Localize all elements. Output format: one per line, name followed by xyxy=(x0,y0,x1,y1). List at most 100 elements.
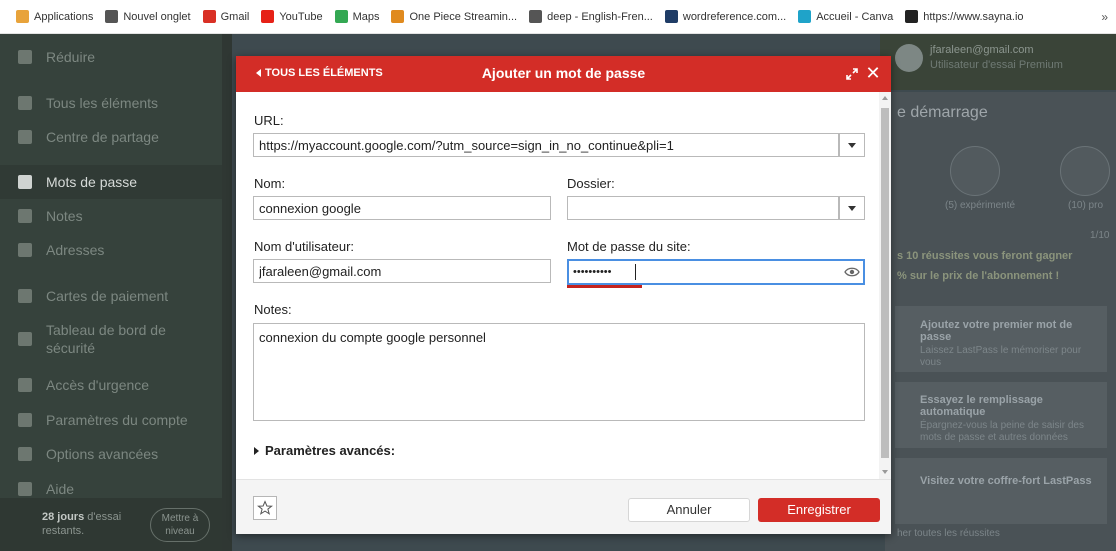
bookmark-item[interactable]: YouTube xyxy=(261,10,323,23)
bookmark-item[interactable]: wordreference.com... xyxy=(664,10,787,23)
globe-icon xyxy=(105,10,119,23)
apps-grid-icon xyxy=(16,10,29,23)
sidebar-item[interactable]: Mots de passe xyxy=(0,165,222,199)
medal-label: (10) pro xyxy=(1068,200,1104,211)
sidebar-item-label: Tous les éléments xyxy=(46,95,159,111)
gmail-icon xyxy=(202,10,216,23)
sidebar-item[interactable]: Tous les éléments xyxy=(0,86,222,120)
folder-input[interactable] xyxy=(567,196,839,220)
text-cursor xyxy=(635,264,636,280)
username-label: Nom d'utilisateur: xyxy=(254,239,355,254)
show-password-icon[interactable] xyxy=(844,265,860,279)
achievement-card[interactable] xyxy=(895,458,1107,524)
dialog-footer: Annuler Enregistrer xyxy=(236,479,891,534)
sidebar-item-label: Tableau de bord de sécurité xyxy=(46,322,166,356)
home-icon xyxy=(18,96,32,110)
bookmark-item[interactable]: deep - English-Fren... xyxy=(529,10,653,23)
folder-dropdown-button[interactable] xyxy=(839,196,865,220)
bookmark-item[interactable]: Accueil - Canva xyxy=(798,10,893,23)
bookmark-label: Accueil - Canva xyxy=(816,10,894,23)
chevron-down-icon xyxy=(848,142,856,148)
sidebar-item[interactable]: Réduire xyxy=(0,40,222,74)
shield-icon xyxy=(18,332,32,346)
bookmark-item[interactable]: https://www.sayna.io xyxy=(905,10,1024,23)
dialog-header: TOUS LES ÉLÉMENTS Ajouter un mot de pass… xyxy=(236,56,891,92)
card-icon xyxy=(18,289,32,303)
sidebar-item[interactable]: Tableau de bord de sécurité xyxy=(0,314,222,364)
site-password-input[interactable]: •••••••••• xyxy=(567,259,865,285)
password-strength-bar xyxy=(567,285,642,288)
cancel-button[interactable]: Annuler xyxy=(628,498,750,522)
bookmark-item[interactable]: Gmail xyxy=(202,10,249,23)
chevron-down-icon xyxy=(848,205,856,211)
sidebar-item[interactable]: Centre de partage xyxy=(0,120,222,154)
promo-subtext: % sur le prix de l'abonnement ! xyxy=(897,270,1060,282)
password-mask: •••••••••• xyxy=(573,266,612,278)
add-password-dialog: TOUS LES ÉLÉMENTS Ajouter un mot de pass… xyxy=(236,56,891,534)
scroll-up-icon[interactable] xyxy=(882,96,888,100)
sidebar-item[interactable]: Adresses xyxy=(0,233,222,267)
bookmark-item[interactable]: Maps xyxy=(334,10,379,23)
more-bookmarks-button[interactable]: » xyxy=(1101,10,1108,24)
sidebar-item-label: Réduire xyxy=(46,49,96,65)
achievement-title: Visitez votre coffre-fort LastPass xyxy=(920,475,1092,487)
username-input[interactable] xyxy=(253,259,551,283)
avatar[interactable] xyxy=(895,44,923,72)
url-input[interactable] xyxy=(253,133,839,157)
expand-arrow-icon xyxy=(254,446,259,455)
bookmark-label: Applications xyxy=(34,10,94,23)
user-subtitle: Utilisateur d'essai Premium xyxy=(930,59,1063,71)
notes-textarea[interactable]: connexion du compte google personnel xyxy=(253,323,865,421)
achievement-desc: Laissez LastPass le mémoriser pour vous xyxy=(920,345,1082,368)
bookmark-label: https://www.sayna.io xyxy=(923,10,1024,23)
progress-count: 1/10 xyxy=(1090,230,1110,241)
help-icon xyxy=(18,482,32,496)
sidebar-item-label: Adresses xyxy=(46,242,105,258)
favorite-button[interactable] xyxy=(253,496,277,520)
sidebar-item-label: Options avancées xyxy=(46,446,159,462)
achievement-desc: Épargnez-vous la peine de saisir des mot… xyxy=(920,420,1084,443)
sidebar-item-label: Mots de passe xyxy=(46,174,138,190)
scroll-thumb[interactable] xyxy=(881,108,889,458)
maps-icon xyxy=(334,10,348,23)
dialog-scrollbar[interactable] xyxy=(879,92,891,479)
scroll-down-icon[interactable] xyxy=(882,470,888,474)
name-input[interactable] xyxy=(253,196,551,220)
bookmarks-bar: Applications Nouvel onglet Gmail YouTube Map… xyxy=(0,0,1116,34)
sidebar-item-label: Aide xyxy=(46,481,75,497)
star-icon xyxy=(257,500,273,515)
bookmark-item[interactable]: Nouvel onglet xyxy=(105,10,191,23)
save-button[interactable]: Enregistrer xyxy=(758,498,880,522)
bookmark-item[interactable]: Applications xyxy=(16,10,93,23)
advanced-settings-label: Paramètres avancés: xyxy=(265,443,396,458)
advanced-settings-toggle[interactable]: Paramètres avancés: xyxy=(254,443,395,458)
medal-icon xyxy=(950,146,1000,196)
expand-icon[interactable] xyxy=(845,67,859,81)
sidebar: Réduire Tous les éléments Centre de partag… xyxy=(0,34,232,551)
url-dropdown-button[interactable] xyxy=(839,133,865,157)
sidebar-scrollbar[interactable] xyxy=(222,34,232,551)
lock-icon xyxy=(18,175,32,189)
lifebuoy-icon xyxy=(18,378,32,392)
address-icon xyxy=(18,243,32,257)
close-icon[interactable]: ✕ xyxy=(865,64,881,82)
sidebar-item-label: Accès d'urgence xyxy=(46,377,150,393)
sidebar-item[interactable]: Options avancées xyxy=(0,437,222,471)
getting-started-title: e démarrage xyxy=(897,104,988,121)
bookmark-item[interactable]: One Piece Streamin... xyxy=(391,10,517,23)
url-label: URL: xyxy=(254,113,284,128)
upgrade-button[interactable]: Mettre à niveau xyxy=(150,508,210,542)
all-achievements-link[interactable]: her toutes les réussites xyxy=(897,528,1000,539)
sidebar-item-label: Notes xyxy=(46,208,83,224)
share-icon xyxy=(18,130,32,144)
one-piece-icon xyxy=(391,10,405,23)
dialog-title: Ajouter un mot de passe xyxy=(481,65,646,81)
promo-text: s 10 réussites vous feront gagner xyxy=(897,250,1073,262)
bookmark-label: wordreference.com... xyxy=(682,10,787,23)
sidebar-item[interactable]: Accès d'urgence xyxy=(0,368,222,402)
achievement-title: Ajoutez votre premier mot de passe xyxy=(920,319,1073,343)
sidebar-item[interactable]: Cartes de paiement xyxy=(0,279,222,313)
sidebar-item[interactable]: Notes xyxy=(0,199,222,233)
sidebar-item[interactable]: Paramètres du compte xyxy=(0,403,222,437)
site-password-label: Mot de passe du site: xyxy=(567,239,691,254)
